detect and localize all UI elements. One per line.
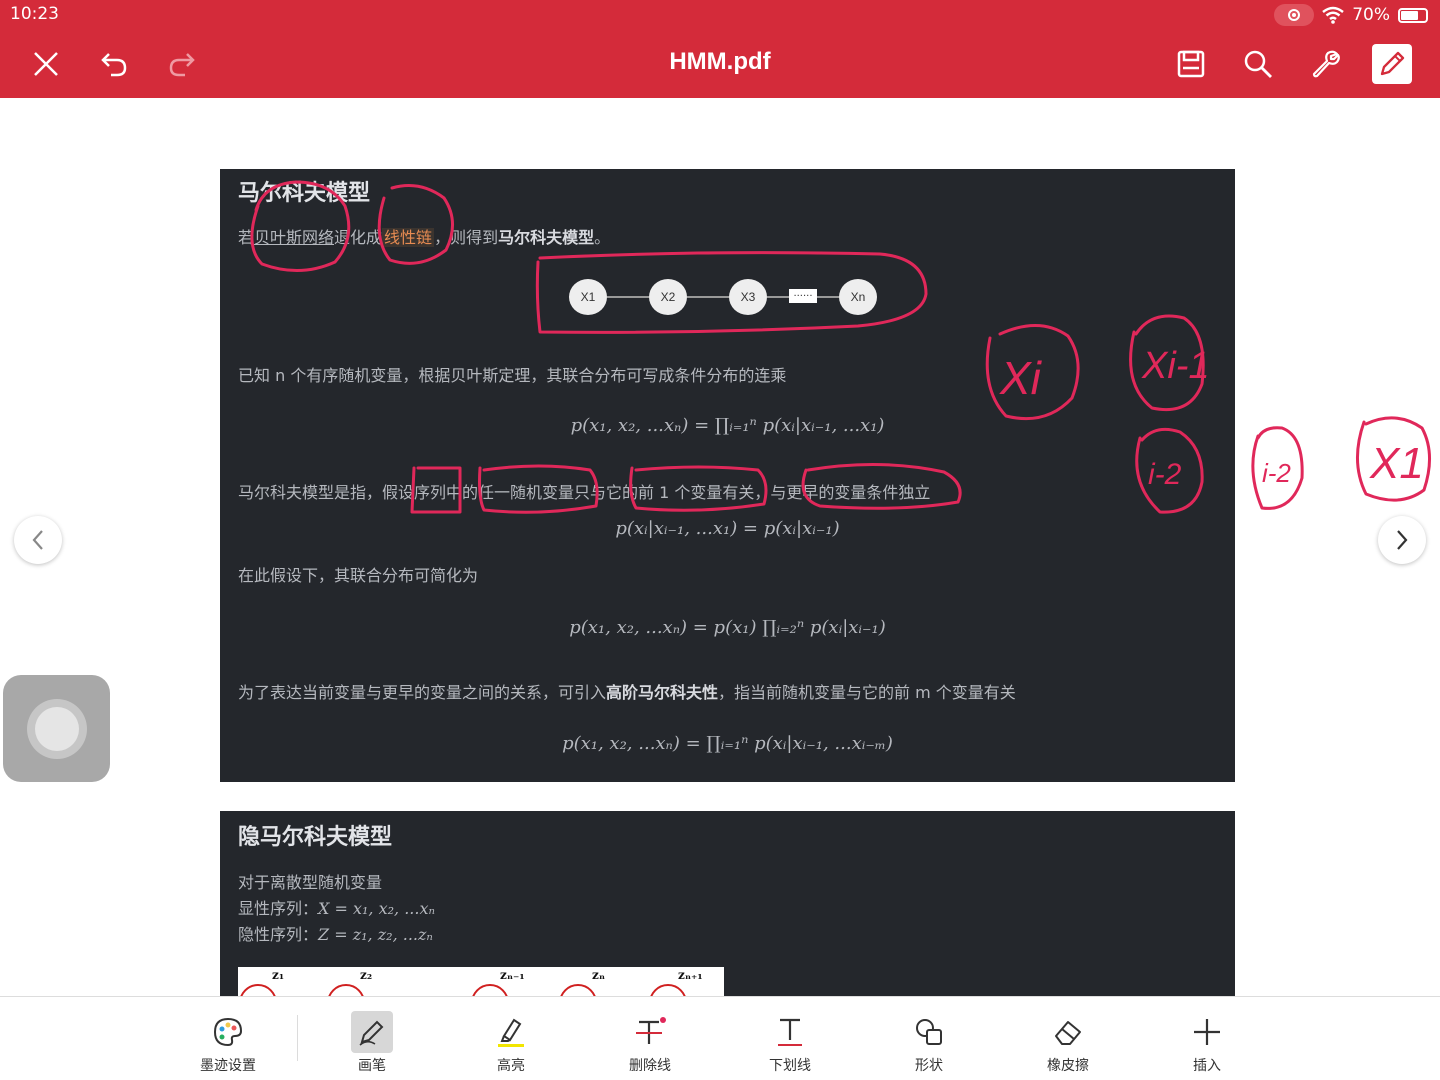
figure-label: zₙ₋₁ — [500, 968, 525, 982]
strikethrough-tool[interactable]: 删除线 — [605, 1011, 695, 1075]
observed-sequence: 显性序列：X = x₁, x₂, ...xₙ — [238, 899, 435, 918]
highlighted-term: 线性链 — [382, 228, 435, 247]
underline-tool[interactable]: 下划线 — [745, 1011, 835, 1075]
chain-ellipsis: ...... — [789, 289, 817, 303]
battery-percent: 70% — [1352, 5, 1390, 25]
assistive-touch-button[interactable] — [3, 675, 110, 782]
ink-circle — [1251, 426, 1304, 510]
plus-icon — [1194, 1019, 1220, 1045]
tool-label: 橡皮擦 — [1047, 1058, 1089, 1074]
section-heading-hmm: 隐马尔科夫模型 — [238, 825, 393, 850]
battery-icon — [1398, 7, 1428, 23]
document-title: HMM.pdf — [669, 48, 771, 75]
save-button[interactable] — [1169, 42, 1213, 86]
wrench-icon — [1312, 50, 1340, 78]
screen-recording-icon — [1274, 4, 1315, 26]
next-page-button[interactable] — [1378, 516, 1426, 564]
equation-joint: p(x₁, x₂, ...xₙ) = ∏ᵢ₌₁ⁿ p(xᵢ|xᵢ₋₁, ...x… — [570, 415, 885, 436]
tool-label: 形状 — [915, 1058, 943, 1074]
hidden-sequence: 隐性序列：Z = z₁, z₂, ...zₙ — [238, 925, 433, 944]
status-bar: 10:23 70% — [0, 0, 1440, 28]
bayes-net-link[interactable]: 贝叶斯网络 — [254, 228, 334, 247]
tool-label: 插入 — [1193, 1058, 1221, 1074]
save-icon — [1177, 50, 1205, 78]
figure-label: zₙ — [592, 968, 605, 982]
tool-label: 下划线 — [769, 1058, 811, 1074]
chain-node: X1 — [569, 279, 607, 315]
chain-node: Xn — [839, 279, 877, 315]
highlighter-icon — [498, 1018, 524, 1047]
search-button[interactable] — [1236, 42, 1280, 86]
wifi-icon — [1322, 6, 1344, 24]
prev-page-button[interactable] — [14, 516, 62, 564]
figure-label: z₂ — [360, 968, 372, 982]
pdf-page-hmm: 隐马尔科夫模型 对于离散型随机变量 显性序列：X = x₁, x₂, ...xₙ… — [220, 811, 1235, 996]
figure-label: zₙ₊₁ — [678, 968, 703, 982]
hmm-figure: z₁ z₂ zₙ₋₁ zₙ zₙ₊₁ — [238, 967, 724, 996]
chevron-right-icon — [1397, 530, 1408, 550]
shapes-icon — [916, 1019, 942, 1045]
discrete-text: 对于离散型随机变量 — [238, 873, 383, 892]
handwriting-text: X1 — [1369, 439, 1424, 488]
annotation-toolbar: 墨迹设置 画笔 高亮 删除线 下划线 形状 橡皮擦 插入 — [0, 996, 1440, 1080]
pencil-icon — [1380, 51, 1405, 76]
section-heading-markov: 马尔科夫模型 — [238, 181, 371, 206]
equation-simplified: p(x₁, x₂, ...xₙ) = p(x₁) ∏ᵢ₌₂ⁿ p(xᵢ|xᵢ₋₁… — [569, 617, 886, 638]
equation-markov: p(xᵢ|xᵢ₋₁, ...x₁) = p(xᵢ|xᵢ₋₁) — [615, 518, 840, 539]
markov-assumption-text: 马尔科夫模型是指，假设序列中的任一随机变量只与它的前 1 个变量有关，与更早的变… — [238, 483, 931, 502]
intro-line: 若贝叶斯网络退化成 线性链 ，则得到马尔科夫模型。 — [238, 228, 611, 247]
palette-icon — [213, 1017, 243, 1047]
status-indicators: 70% — [1274, 4, 1428, 26]
pen-tool[interactable]: 画笔 — [327, 1011, 417, 1075]
higher-order-text: 为了表达当前变量与更早的变量之间的关系，可引入高阶马尔科夫性，指当前随机变量与它… — [238, 683, 1016, 702]
highlight-tool[interactable]: 高亮 — [466, 1011, 556, 1075]
chain-node: X3 — [729, 279, 767, 315]
annotate-button[interactable] — [1372, 44, 1412, 84]
known-variables-text: 已知 n 个有序随机变量，根据贝叶斯定理，其联合分布可写成条件分布的连乘 — [238, 366, 787, 385]
top-toolbar: HMM.pdf — [0, 28, 1440, 98]
eraser-tool[interactable]: 橡皮擦 — [1023, 1011, 1113, 1075]
tool-label: 画笔 — [358, 1058, 386, 1074]
pen-icon — [359, 1020, 384, 1046]
document-viewer[interactable]: 马尔科夫模型 若贝叶斯网络退化成 线性链 ，则得到马尔科夫模型。 X1 X2 X3 … — [0, 98, 1440, 996]
ink-circle — [1355, 416, 1432, 502]
figure-label: z₁ — [272, 968, 284, 982]
handwriting-text: i-2 — [1262, 458, 1291, 488]
tool-label: 删除线 — [629, 1058, 671, 1074]
status-time: 10:23 — [10, 4, 59, 24]
chain-node: X2 — [649, 279, 687, 315]
underline-icon — [778, 1018, 802, 1046]
ink-settings-tool[interactable]: 墨迹设置 — [183, 1011, 273, 1075]
tool-label: 高亮 — [497, 1058, 525, 1074]
pdf-page-markov: 马尔科夫模型 若贝叶斯网络退化成 线性链 ，则得到马尔科夫模型。 X1 X2 X3 … — [220, 169, 1235, 782]
simplify-text: 在此假设下，其联合分布可简化为 — [238, 566, 479, 585]
search-icon — [1244, 50, 1272, 78]
equation-higher-order: p(x₁, x₂, ...xₙ) = ∏ᵢ₌₁ⁿ p(xᵢ|xᵢ₋₁, ...x… — [562, 733, 893, 754]
eraser-icon — [1055, 1021, 1081, 1045]
insert-tool[interactable]: 插入 — [1162, 1011, 1252, 1075]
shapes-tool[interactable]: 形状 — [884, 1011, 974, 1075]
tools-button[interactable] — [1304, 42, 1348, 86]
chevron-left-icon — [32, 530, 43, 550]
strikethrough-icon — [636, 1017, 666, 1044]
tool-label: 墨迹设置 — [200, 1058, 256, 1074]
markov-chain-diagram: X1 X2 X3 ...... Xn — [569, 279, 879, 315]
